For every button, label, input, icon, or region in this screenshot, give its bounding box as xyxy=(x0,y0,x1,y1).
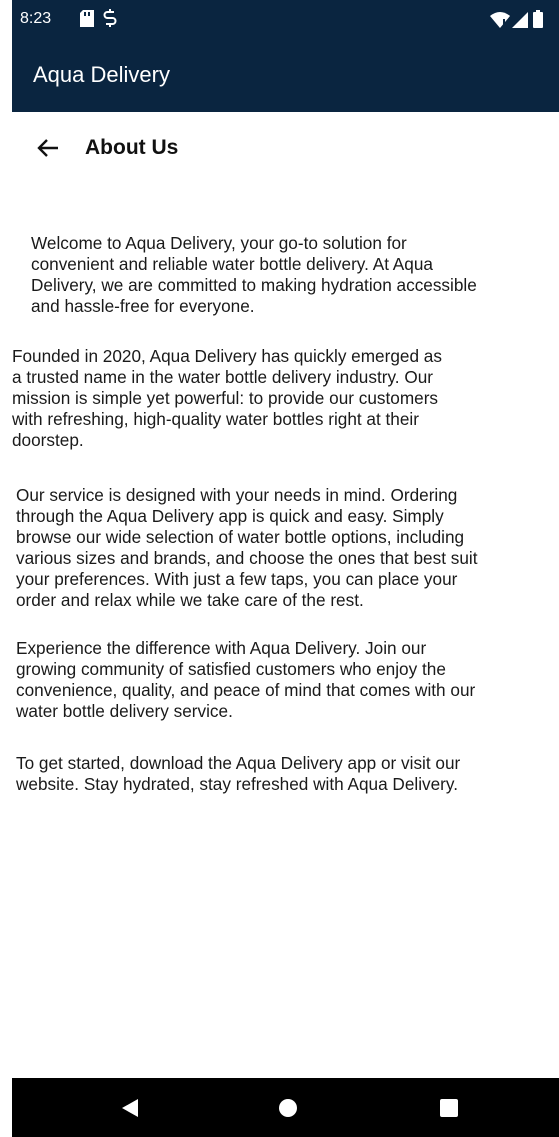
status-time: 8:23 xyxy=(20,10,52,27)
system-nav-bar xyxy=(12,1078,559,1137)
page-header: About Us xyxy=(0,112,559,182)
status-bar: 8:23 xyxy=(12,0,559,38)
paragraph-experience: Experience the difference with Aqua Deli… xyxy=(16,638,476,721)
sd-card-icon xyxy=(80,10,94,27)
paragraph-founded: Founded in 2020, Aqua Delivery has quick… xyxy=(12,346,442,450)
recents-nav-icon xyxy=(440,1099,458,1117)
app-bar: Aqua Delivery xyxy=(12,38,559,112)
about-us-screen: 8:23 Aqua Delivery About Us Welcome to A… xyxy=(0,0,559,1137)
nav-back-button[interactable] xyxy=(119,1097,141,1119)
battery-icon xyxy=(533,10,543,28)
arrow-left-icon xyxy=(37,139,58,157)
paragraph-get-started: To get started, download the Aqua Delive… xyxy=(16,753,461,794)
paragraph-welcome: Welcome to Aqua Delivery, your go-to sol… xyxy=(31,233,477,316)
signal-icon xyxy=(512,12,528,28)
nav-recents-button[interactable] xyxy=(438,1097,460,1119)
app-title: Aqua Delivery xyxy=(33,62,170,87)
page-title: About Us xyxy=(85,136,179,159)
nav-home-button[interactable] xyxy=(277,1097,299,1119)
back-button[interactable] xyxy=(30,130,66,166)
wifi-icon xyxy=(490,12,510,28)
paragraph-service: Our service is designed with your needs … xyxy=(16,485,478,610)
sync-icon xyxy=(103,9,117,27)
back-nav-icon xyxy=(122,1099,138,1117)
home-nav-icon xyxy=(279,1099,297,1117)
